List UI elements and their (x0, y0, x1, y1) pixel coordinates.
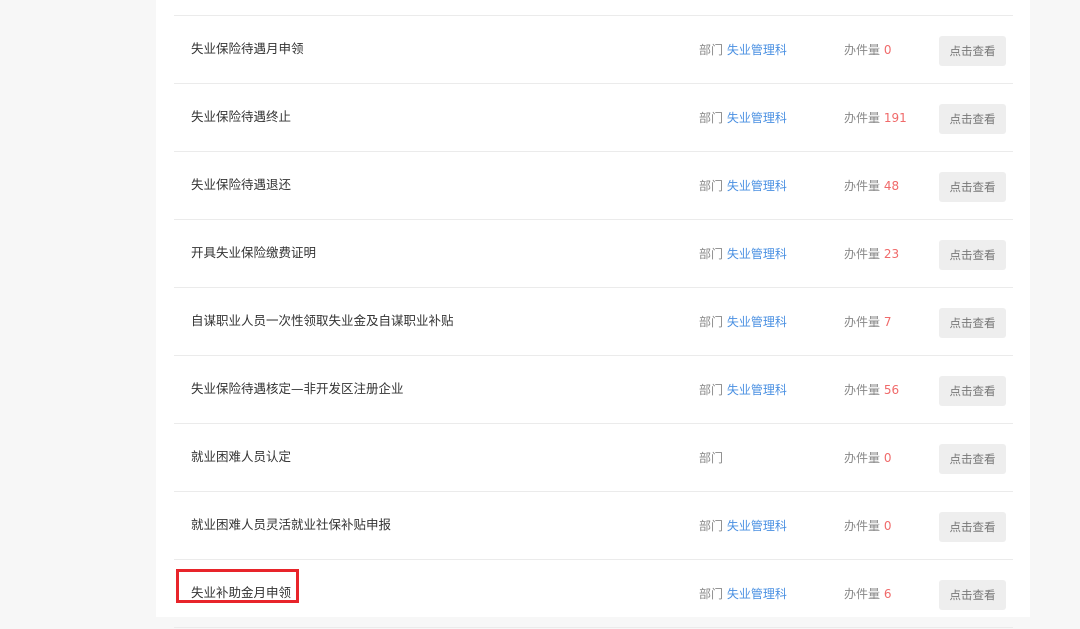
dept-label: 部门 (699, 111, 724, 125)
table-row: 失业补助金月申领 部门 失业管理科 办件量 6 点击查看 (174, 560, 1013, 628)
count-cell: 办件量 0 (844, 16, 891, 85)
count-label: 办件量 (844, 519, 881, 533)
highlight-box (176, 569, 299, 603)
service-title: 失业保险待遇退还 (191, 177, 292, 192)
service-title: 就业困难人员认定 (191, 449, 292, 464)
table-row: 开具失业保险缴费证明 部门 失业管理科 办件量 23 点击查看 (174, 220, 1013, 288)
dept-label: 部门 (699, 383, 724, 397)
view-button[interactable]: 点击查看 (939, 580, 1006, 610)
table-row: 就业困难人员灵活就业社保补贴申报 部门 失业管理科 办件量 0 点击查看 (174, 492, 1013, 560)
service-list-panel: 失业保险待遇月申领 部门 失业管理科 办件量 0 点击查看 失业保险待遇终止 部… (156, 0, 1030, 628)
view-button[interactable]: 点击查看 (939, 36, 1006, 66)
view-button[interactable]: 点击查看 (939, 104, 1006, 134)
dept-label: 部门 (699, 519, 724, 533)
table-row: 失业保险待遇退还 部门 失业管理科 办件量 48 点击查看 (174, 152, 1013, 220)
dept-link[interactable]: 失业管理科 (727, 43, 787, 57)
table-row: 自谋职业人员一次性领取失业金及自谋职业补贴 部门 失业管理科 办件量 7 点击查… (174, 288, 1013, 356)
view-button[interactable]: 点击查看 (939, 308, 1006, 338)
count-value: 0 (883, 451, 892, 465)
dept-cell: 部门 失业管理科 (699, 152, 787, 221)
dept-cell: 部门 失业管理科 (699, 288, 787, 357)
count-value: 6 (883, 587, 892, 601)
service-title: 自谋职业人员一次性领取失业金及自谋职业补贴 (191, 313, 454, 328)
count-label: 办件量 (844, 587, 881, 601)
count-cell: 办件量 7 (844, 288, 891, 357)
count-cell: 办件量 191 (844, 84, 907, 153)
dept-link[interactable]: 失业管理科 (727, 111, 787, 125)
service-title: 开具失业保险缴费证明 (191, 245, 317, 260)
count-value: 56 (883, 383, 900, 397)
count-label: 办件量 (844, 383, 881, 397)
dept-label: 部门 (699, 179, 724, 193)
count-value: 23 (883, 247, 900, 261)
view-button[interactable]: 点击查看 (939, 240, 1006, 270)
count-value: 0 (883, 519, 892, 533)
service-title: 失业保险待遇终止 (191, 109, 292, 124)
count-cell: 办件量 0 (844, 424, 891, 493)
view-button[interactable]: 点击查看 (939, 172, 1006, 202)
dept-cell: 部门 失业管理科 (699, 356, 787, 425)
dept-cell: 部门 失业管理科 (699, 84, 787, 153)
count-label: 办件量 (844, 451, 881, 465)
dept-label: 部门 (699, 43, 724, 57)
count-label: 办件量 (844, 43, 881, 57)
dept-cell: 部门 失业管理科 (699, 16, 787, 85)
count-label: 办件量 (844, 247, 881, 261)
count-cell: 办件量 56 (844, 356, 899, 425)
dept-label: 部门 (699, 451, 724, 465)
table-row: 失业保险待遇核定—非开发区注册企业 部门 失业管理科 办件量 56 点击查看 (174, 356, 1013, 424)
count-label: 办件量 (844, 315, 881, 329)
count-cell: 办件量 6 (844, 560, 891, 629)
count-value: 7 (883, 315, 892, 329)
view-button[interactable]: 点击查看 (939, 512, 1006, 542)
dept-label: 部门 (699, 315, 724, 329)
view-button[interactable]: 点击查看 (939, 376, 1006, 406)
dept-cell: 部门 失业管理科 (699, 560, 787, 629)
table-row: 失业保险待遇终止 部门 失业管理科 办件量 191 点击查看 (174, 84, 1013, 152)
view-button[interactable]: 点击查看 (939, 444, 1006, 474)
count-label: 办件量 (844, 111, 881, 125)
table-row: 就业困难人员认定 部门 办件量 0 点击查看 (174, 424, 1013, 492)
count-value: 0 (883, 43, 892, 57)
dept-label: 部门 (699, 247, 724, 261)
count-cell: 办件量 0 (844, 492, 891, 561)
count-value: 191 (883, 111, 907, 125)
dept-link[interactable]: 失业管理科 (727, 315, 787, 329)
dept-link[interactable]: 失业管理科 (727, 519, 787, 533)
service-title: 就业困难人员灵活就业社保补贴申报 (191, 517, 392, 532)
service-title: 失业保险待遇月申领 (191, 41, 304, 56)
count-value: 48 (883, 179, 900, 193)
dept-cell: 部门 (699, 424, 723, 493)
count-label: 办件量 (844, 179, 881, 193)
dept-cell: 部门 失业管理科 (699, 220, 787, 289)
dept-link[interactable]: 失业管理科 (727, 247, 787, 261)
dept-cell: 部门 失业管理科 (699, 492, 787, 561)
count-cell: 办件量 23 (844, 220, 899, 289)
service-title: 失业保险待遇核定—非开发区注册企业 (191, 381, 404, 396)
dept-label: 部门 (699, 587, 724, 601)
dept-link[interactable]: 失业管理科 (727, 383, 787, 397)
table-row: 失业保险待遇月申领 部门 失业管理科 办件量 0 点击查看 (174, 16, 1013, 84)
dept-link[interactable]: 失业管理科 (727, 179, 787, 193)
count-cell: 办件量 48 (844, 152, 899, 221)
dept-link[interactable]: 失业管理科 (727, 587, 787, 601)
